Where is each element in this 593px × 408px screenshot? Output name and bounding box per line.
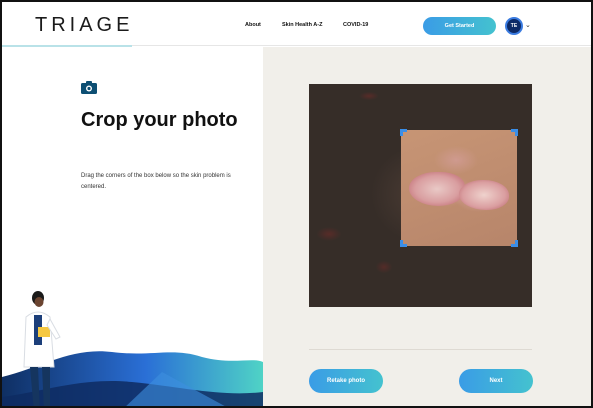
crop-handle-bottom-left[interactable] <box>400 240 407 247</box>
doctor-illustration <box>23 291 61 406</box>
camera-icon <box>81 81 97 94</box>
crop-handle-top-right[interactable] <box>511 129 518 136</box>
page-title: Crop your photo <box>81 109 238 131</box>
nav-covid-link[interactable]: COVID-19 <box>343 22 368 28</box>
page-description: Drag the corners of the box below so the… <box>81 173 231 190</box>
retake-photo-button[interactable]: Retake photo <box>309 369 383 393</box>
nav-about-link[interactable]: About <box>245 22 261 28</box>
nav-skin-health-link[interactable]: Skin Health A-Z <box>282 22 322 28</box>
triage-logo[interactable]: TRIAGE <box>35 14 133 37</box>
app-frame: TRIAGE About Skin Health A-Z COVID-19 Ge… <box>0 0 593 408</box>
avatar[interactable]: TE <box>505 17 523 35</box>
divider <box>309 349 532 350</box>
crop-handle-bottom-right[interactable] <box>511 240 518 247</box>
skin-photo <box>309 84 532 307</box>
next-button[interactable]: Next <box>459 369 533 393</box>
get-started-button[interactable]: Get Started <box>423 17 496 35</box>
chevron-down-icon[interactable]: ⌄ <box>525 21 531 29</box>
crop-panel: Retake photo Next <box>263 47 591 406</box>
top-nav: TRIAGE About Skin Health A-Z COVID-19 Ge… <box>2 2 591 47</box>
lesion-area <box>409 172 465 206</box>
crop-handle-top-left[interactable] <box>400 129 407 136</box>
instruction-panel: Crop your photo Drag the corners of the … <box>2 47 263 406</box>
lesion-area <box>459 180 509 210</box>
crop-box[interactable] <box>400 129 518 247</box>
